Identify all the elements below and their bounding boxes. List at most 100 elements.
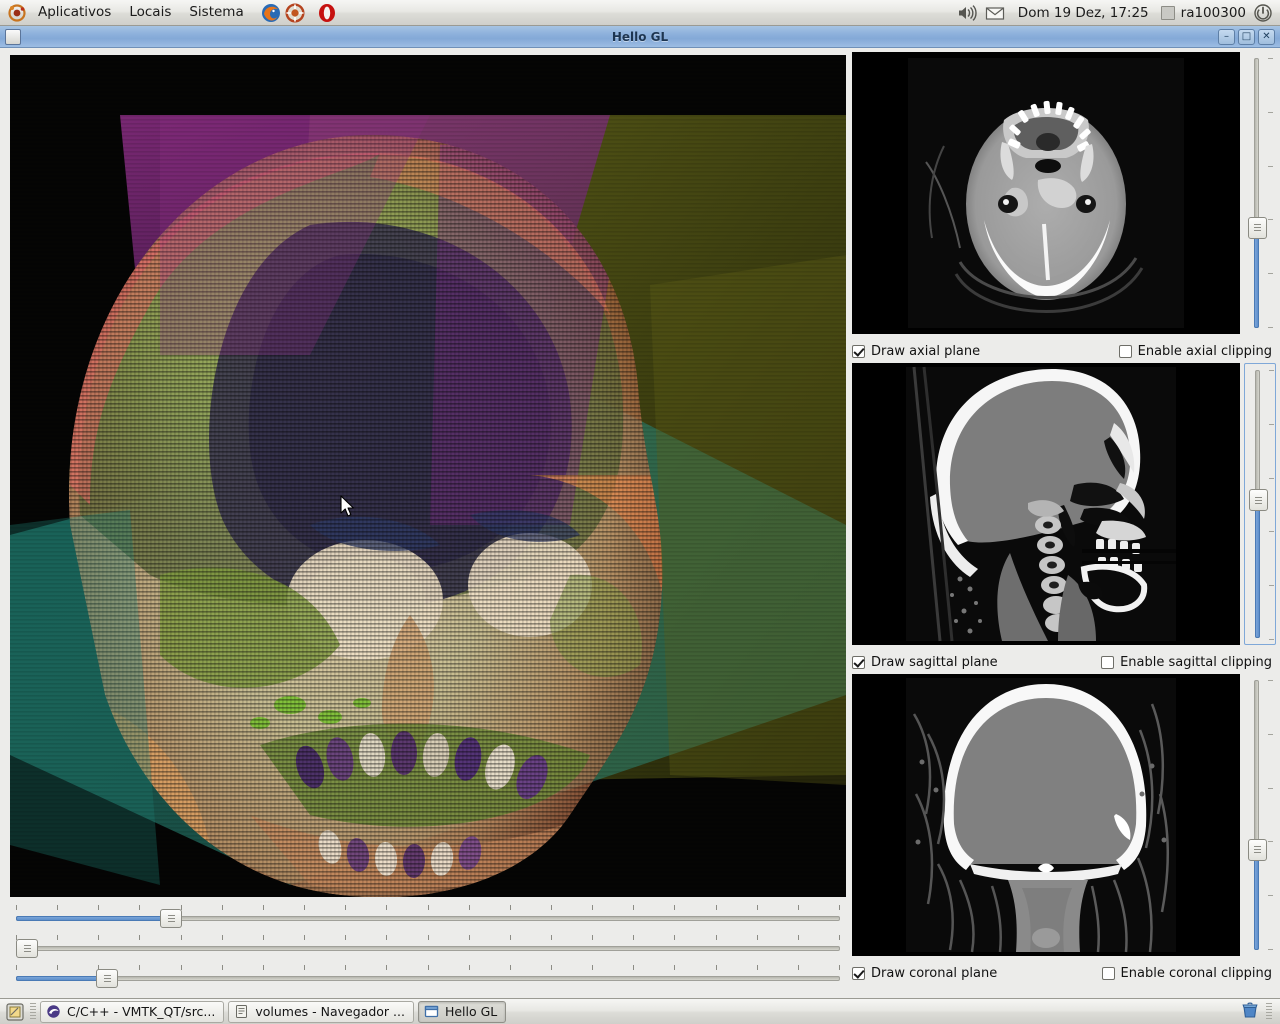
slider-rotation-z-row <box>10 963 846 991</box>
volume-rendering-view[interactable] <box>10 55 846 897</box>
app-window-icon <box>5 28 21 45</box>
task-label-eclipse: C/C++ - VMTK_QT/src... <box>67 1004 216 1019</box>
axial-slider-handle[interactable] <box>1248 216 1267 239</box>
menu-aplicativos[interactable]: Aplicativos <box>30 2 119 24</box>
right-column: Draw axial plane Enable axial clipping D… <box>848 49 1280 998</box>
draw-axial-plane-label: Draw axial plane <box>871 343 981 359</box>
slider-rotation-x-row <box>10 903 846 931</box>
slider-rotation-z-fill <box>16 976 108 981</box>
window-buttons: – □ ✕ <box>1218 28 1280 45</box>
minimize-button[interactable]: – <box>1218 28 1235 45</box>
draw-axial-plane-box[interactable] <box>852 344 865 358</box>
axial-panel: Draw axial plane Enable axial clipping <box>848 52 1280 362</box>
sagittal-slider-handle[interactable] <box>1249 489 1268 512</box>
coronal-slider-fill <box>1254 849 1259 950</box>
slider-rotation-y-groove[interactable] <box>16 946 840 951</box>
file-manager-icon <box>234 1004 249 1019</box>
slider-rotation-y-handle[interactable] <box>16 939 38 958</box>
sagittal-slider-fill <box>1255 498 1260 638</box>
enable-coronal-clipping-checkbox[interactable]: Enable coronal clipping <box>1101 965 1276 981</box>
window-title: Hello GL <box>611 29 669 44</box>
top-panel: Aplicativos Locais Sistema Dom 19 Dez, 1… <box>0 0 1280 26</box>
coronal-slider-ticks <box>1268 680 1274 950</box>
axial-slice-image <box>852 52 1240 334</box>
axial-slider-fill <box>1254 227 1259 328</box>
draw-sagittal-plane-label: Draw sagittal plane <box>871 654 998 670</box>
draw-coronal-plane-label: Draw coronal plane <box>871 965 998 981</box>
slider-rotation-z-ticks <box>16 965 840 971</box>
trash-icon[interactable] <box>1240 1000 1260 1023</box>
user-name[interactable]: ra100300 <box>1181 5 1246 21</box>
top-panel-tray: Dom 19 Dez, 17:25 ra100300 <box>956 0 1280 26</box>
task-label-hello-gl: Hello GL <box>444 1004 498 1019</box>
clock[interactable]: Dom 19 Dez, 17:25 <box>1012 3 1155 23</box>
menu-sistema[interactable]: Sistema <box>181 2 251 24</box>
taskbar-separator <box>30 1002 36 1021</box>
slider-rotation-z-groove[interactable] <box>16 976 840 981</box>
window-client-area: Draw axial plane Enable axial clipping D… <box>0 49 1280 998</box>
taskbar-right <box>1240 1000 1276 1023</box>
task-label-file-manager: volumes - Navegador ... <box>255 1004 405 1019</box>
maximize-button[interactable]: □ <box>1238 28 1255 45</box>
slider-rotation-x[interactable] <box>10 903 846 931</box>
left-column <box>0 49 848 998</box>
close-button[interactable]: ✕ <box>1258 28 1275 45</box>
draw-axial-plane-checkbox[interactable]: Draw axial plane <box>852 344 980 359</box>
slider-rotation-x-ticks <box>16 905 840 911</box>
gnome-foot-icon <box>6 2 28 24</box>
enable-axial-clipping-box[interactable] <box>1118 344 1132 358</box>
slider-rotation-y[interactable] <box>10 933 846 961</box>
enable-sagittal-clipping-box[interactable] <box>1101 655 1115 669</box>
axial-slice-slider[interactable] <box>1244 52 1276 334</box>
sagittal-slice-slider[interactable] <box>1244 363 1276 645</box>
slider-rotation-y-ticks <box>16 935 840 941</box>
user-square-icon <box>1160 5 1175 20</box>
draw-sagittal-plane-checkbox[interactable]: Draw sagittal plane <box>852 655 998 670</box>
window-titlebar[interactable]: Hello GL – □ ✕ <box>0 26 1280 48</box>
sagittal-slice-view[interactable] <box>852 363 1240 645</box>
draw-coronal-plane-box[interactable] <box>852 966 865 980</box>
coronal-slider-handle[interactable] <box>1248 838 1267 861</box>
opera-icon[interactable] <box>316 2 338 24</box>
sagittal-slider-ticks <box>1269 370 1275 640</box>
task-button-eclipse[interactable]: C/C++ - VMTK_QT/src... <box>40 1000 225 1023</box>
slider-rotation-z[interactable] <box>10 963 846 991</box>
sagittal-controls: Draw sagittal plane Enable sagittal clip… <box>852 651 1276 673</box>
volume-rendering-canvas <box>10 55 846 897</box>
power-button-icon[interactable] <box>1252 2 1274 24</box>
coronal-panel: Draw coronal plane Enable coronal clippi… <box>848 674 1280 984</box>
volume-speaker-icon[interactable] <box>956 2 978 24</box>
menu-locais[interactable]: Locais <box>121 2 179 24</box>
taskbar-separator-right <box>1266 1002 1272 1021</box>
firefox-icon[interactable] <box>260 2 282 24</box>
enable-coronal-clipping-box[interactable] <box>1101 966 1115 980</box>
sagittal-panel: Draw sagittal plane Enable sagittal clip… <box>848 363 1280 673</box>
enable-coronal-clipping-label: Enable coronal clipping <box>1120 965 1272 981</box>
slider-rotation-x-handle[interactable] <box>160 909 183 928</box>
show-desktop-icon[interactable] <box>4 1001 26 1023</box>
slider-rotation-z-handle[interactable] <box>96 969 119 988</box>
slider-rotation-x-fill <box>16 916 172 921</box>
eclipse-icon <box>46 1004 61 1019</box>
coronal-slice-image <box>852 674 1240 956</box>
help-lifebuoy-icon[interactable] <box>284 2 306 24</box>
coronal-slice-slider[interactable] <box>1244 674 1276 956</box>
enable-sagittal-clipping-label: Enable sagittal clipping <box>1120 654 1272 670</box>
enable-sagittal-clipping-checkbox[interactable]: Enable sagittal clipping <box>1101 655 1276 670</box>
draw-sagittal-plane-box[interactable] <box>852 655 865 669</box>
application-window: Hello GL – □ ✕ Draw axial plane Enable a… <box>0 26 1280 998</box>
task-button-hello-gl[interactable]: Hello GL <box>417 1000 507 1023</box>
mail-envelope-icon[interactable] <box>984 2 1006 24</box>
taskbar: C/C++ - VMTK_QT/src... volumes - Navegad… <box>0 998 1280 1024</box>
coronal-controls: Draw coronal plane Enable coronal clippi… <box>852 962 1276 984</box>
top-panel-left: Aplicativos Locais Sistema <box>0 0 338 26</box>
draw-coronal-plane-checkbox[interactable]: Draw coronal plane <box>852 966 997 981</box>
coronal-slice-view[interactable] <box>852 674 1240 956</box>
enable-axial-clipping-checkbox[interactable]: Enable axial clipping <box>1118 343 1276 359</box>
task-button-file-manager[interactable]: volumes - Navegador ... <box>228 1000 414 1023</box>
axial-slice-view[interactable] <box>852 52 1240 334</box>
axial-slider-ticks <box>1268 58 1274 328</box>
axial-controls: Draw axial plane Enable axial clipping <box>852 340 1276 362</box>
enable-axial-clipping-label: Enable axial clipping <box>1137 343 1272 359</box>
sagittal-slice-image <box>852 363 1240 645</box>
